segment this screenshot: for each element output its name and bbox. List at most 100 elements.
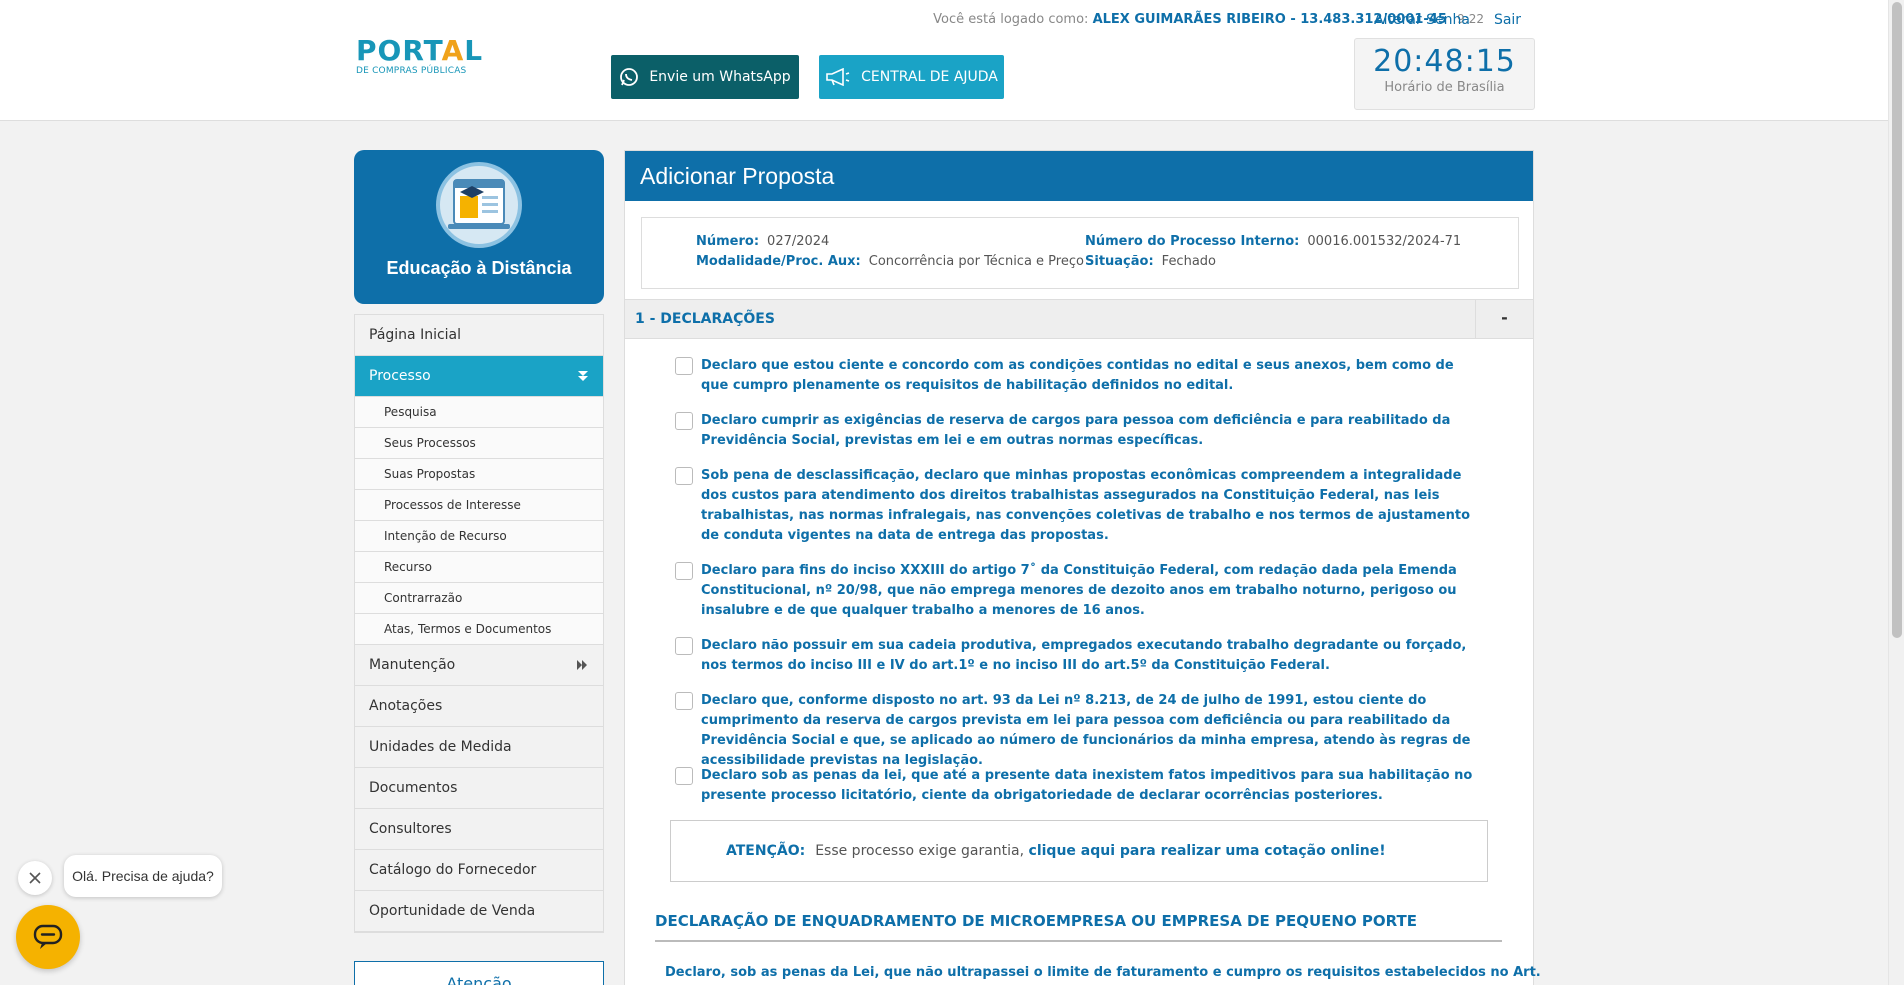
sidebar-item-label: Página Inicial — [369, 327, 462, 343]
declaration-checkbox[interactable] — [675, 637, 693, 655]
sidebar-subitem-label: Processos de Interesse — [384, 498, 521, 512]
sidebar-subitem-contrarrazao[interactable]: Contrarrazão — [355, 583, 603, 614]
clock-zone: Horário de Brasília — [1384, 80, 1505, 95]
portal-logo[interactable]: PORTAL DE COMPRAS PÚBLICAS — [356, 34, 484, 77]
processo-value: 00016.001532/2024-71 — [1307, 234, 1462, 249]
declaration-checkbox[interactable] — [675, 412, 693, 430]
sidebar-item-label: Processo — [369, 368, 431, 384]
sidebar-subitem-processos-interesse[interactable]: Processos de Interesse — [355, 490, 603, 521]
sidebar-subitem-seus-processos[interactable]: Seus Processos — [355, 428, 603, 459]
sidebar-item-pagina-inicial[interactable]: Página Inicial — [355, 315, 603, 356]
logo-main-text: PORT — [356, 34, 442, 67]
sidebar-menu: Página Inicial Processo Pesquisa Seus Pr… — [354, 314, 604, 933]
sidebar-subitem-recurso[interactable]: Recurso — [355, 552, 603, 583]
situacao-label: Situação: — [1085, 254, 1154, 269]
declaration-checkbox[interactable] — [675, 467, 693, 485]
sidebar-subitem-intencao-recurso[interactable]: Intenção de Recurso — [355, 521, 603, 552]
sidebar-item-oportunidade[interactable]: Oportunidade de Venda — [355, 891, 603, 932]
sidebar-subitem-suas-propostas[interactable]: Suas Propostas — [355, 459, 603, 490]
double-chevron-right-icon — [577, 660, 587, 670]
process-info-box: Número: 027/2024 Modalidade/Proc. Aux: Con… — [641, 217, 1519, 289]
sidebar-item-processo[interactable]: Processo — [355, 356, 603, 397]
quote-online-link[interactable]: clique aqui para realizar uma cotação on… — [1029, 843, 1386, 859]
declaration-text: Sob pena de desclassificação, declaro qu… — [701, 468, 1471, 543]
declaration-text: Declaro não possuir em sua cadeia produt… — [701, 638, 1467, 673]
sidebar-item-documentos[interactable]: Documentos — [355, 768, 603, 809]
education-banner[interactable]: Educação à Distância — [354, 150, 604, 304]
declaration-text: Declaro que, conforme disposto no art. 9… — [701, 693, 1471, 768]
guarantee-warning-box: ATENÇÃO: Esse processo exige garantia, cl… — [670, 820, 1488, 882]
logo-end-text: L — [464, 34, 484, 67]
declaration-item: Declaro para fins do inciso XXXIII do ar… — [675, 561, 1475, 621]
warning-text: Esse processo exige garantia, — [815, 843, 1025, 859]
warning-label: ATENÇÃO: — [726, 843, 806, 859]
chat-greeting-bubble[interactable]: Olá. Precisa de ajuda? — [64, 855, 222, 897]
declaration-item: Declaro sob as penas da lei, que até a p… — [675, 766, 1475, 806]
scrollbar-thumb[interactable] — [1892, 2, 1902, 638]
close-icon — [29, 872, 41, 884]
clock-time: 20:48:15 — [1373, 44, 1516, 79]
info-situacao: Situação: Fechado — [1085, 254, 1216, 269]
megaphone-icon — [826, 68, 850, 86]
sidebar-item-unidades-medida[interactable]: Unidades de Medida — [355, 727, 603, 768]
declarations-section-header[interactable]: 1 - DECLARAÇÕES - — [625, 299, 1533, 339]
sidebar-subitem-label: Recurso — [384, 560, 432, 574]
declaration-text: Declaro sob as penas da lei, que até a p… — [701, 768, 1473, 803]
sidebar-item-label: Anotações — [369, 698, 443, 714]
change-password-link[interactable]: Alterar Senha — [1374, 12, 1470, 28]
processo-label: Número do Processo Interno: — [1085, 234, 1300, 249]
declarations-section-title: 1 - DECLARAÇÕES — [635, 311, 775, 327]
declaration-item: Declaro cumprir as exigências de reserva… — [675, 411, 1475, 451]
numero-value: 027/2024 — [767, 234, 830, 249]
site-header: PORTAL DE COMPRAS PÚBLICAS Você está log… — [0, 0, 1888, 121]
sidebar-subitem-label: Suas Propostas — [384, 467, 476, 481]
sidebar-item-manutencao[interactable]: Manutenção — [355, 645, 603, 686]
declaration-item: Sob pena de desclassificação, declaro qu… — [675, 466, 1475, 546]
declaration-item: Declaro que, conforme disposto no art. 9… — [675, 691, 1475, 771]
attention-box-label: Atenção — [446, 974, 512, 985]
sidebar-item-catalogo[interactable]: Catálogo do Fornecedor — [355, 850, 603, 891]
chat-launcher-button[interactable] — [16, 905, 80, 969]
declaration-checkbox[interactable] — [675, 767, 693, 785]
education-illustration — [436, 162, 522, 248]
help-center-label: CENTRAL DE AJUDA — [861, 69, 998, 85]
declaration-text: Declaro cumprir as exigências de reserva… — [701, 413, 1451, 448]
attention-box: Atenção — [354, 961, 604, 985]
logged-prefix: Você está logado como: — [933, 12, 1089, 27]
sidebar-subitem-pesquisa[interactable]: Pesquisa — [355, 397, 603, 428]
sidebar-item-label: Consultores — [369, 821, 452, 837]
numero-label: Número: — [696, 234, 760, 249]
info-processo-interno: Número do Processo Interno: 00016.001532/… — [1085, 234, 1461, 249]
me-epp-section-title: DECLARAÇÃO DE ENQUADRAMENTO DE MICROEMPR… — [655, 912, 1502, 942]
help-center-button[interactable]: CENTRAL DE AJUDA — [819, 55, 1004, 99]
declaration-checkbox[interactable] — [675, 692, 693, 710]
page-title: Adicionar Proposta — [625, 151, 1533, 201]
sidebar-item-label: Unidades de Medida — [369, 739, 512, 755]
brasilia-clock: 20:48:15 Horário de Brasília — [1354, 38, 1535, 110]
declaration-text: Declaro para fins do inciso XXXIII do ar… — [701, 563, 1457, 618]
whatsapp-icon — [620, 68, 639, 86]
chat-close-button[interactable] — [18, 861, 52, 895]
user-links: Alterar Senha Sair — [1374, 12, 1545, 28]
modalidade-value: Concorrência por Técnica e Preço — [868, 254, 1084, 269]
me-epp-declaration-text: Declaro, sob as penas da Lei, que não ul… — [665, 965, 1541, 980]
sidebar-item-anotacoes[interactable]: Anotações — [355, 686, 603, 727]
declaration-item: Declaro que estou ciente e concordo com … — [675, 356, 1475, 396]
declaration-text: Declaro que estou ciente e concordo com … — [701, 358, 1454, 393]
logout-link[interactable]: Sair — [1494, 12, 1521, 28]
whatsapp-button[interactable]: Envie um WhatsApp — [611, 55, 799, 99]
info-numero: Número: 027/2024 — [696, 234, 829, 249]
info-modalidade: Modalidade/Proc. Aux: Concorrência por Té… — [696, 254, 1084, 269]
sidebar-subitem-atas-termos[interactable]: Atas, Termos e Documentos — [355, 614, 603, 645]
page-scrollbar[interactable] — [1888, 0, 1904, 985]
situacao-value: Fechado — [1161, 254, 1216, 269]
double-chevron-down-icon — [578, 371, 588, 381]
whatsapp-label: Envie um WhatsApp — [649, 69, 791, 85]
sidebar-subitem-label: Intenção de Recurso — [384, 529, 507, 543]
collapse-toggle-button[interactable]: - — [1475, 300, 1533, 338]
sidebar-item-label: Manutenção — [369, 657, 456, 673]
sidebar-item-consultores[interactable]: Consultores — [355, 809, 603, 850]
declaration-checkbox[interactable] — [675, 357, 693, 375]
declaration-checkbox[interactable] — [675, 562, 693, 580]
sidebar-subitem-label: Contrarrazão — [384, 591, 463, 605]
